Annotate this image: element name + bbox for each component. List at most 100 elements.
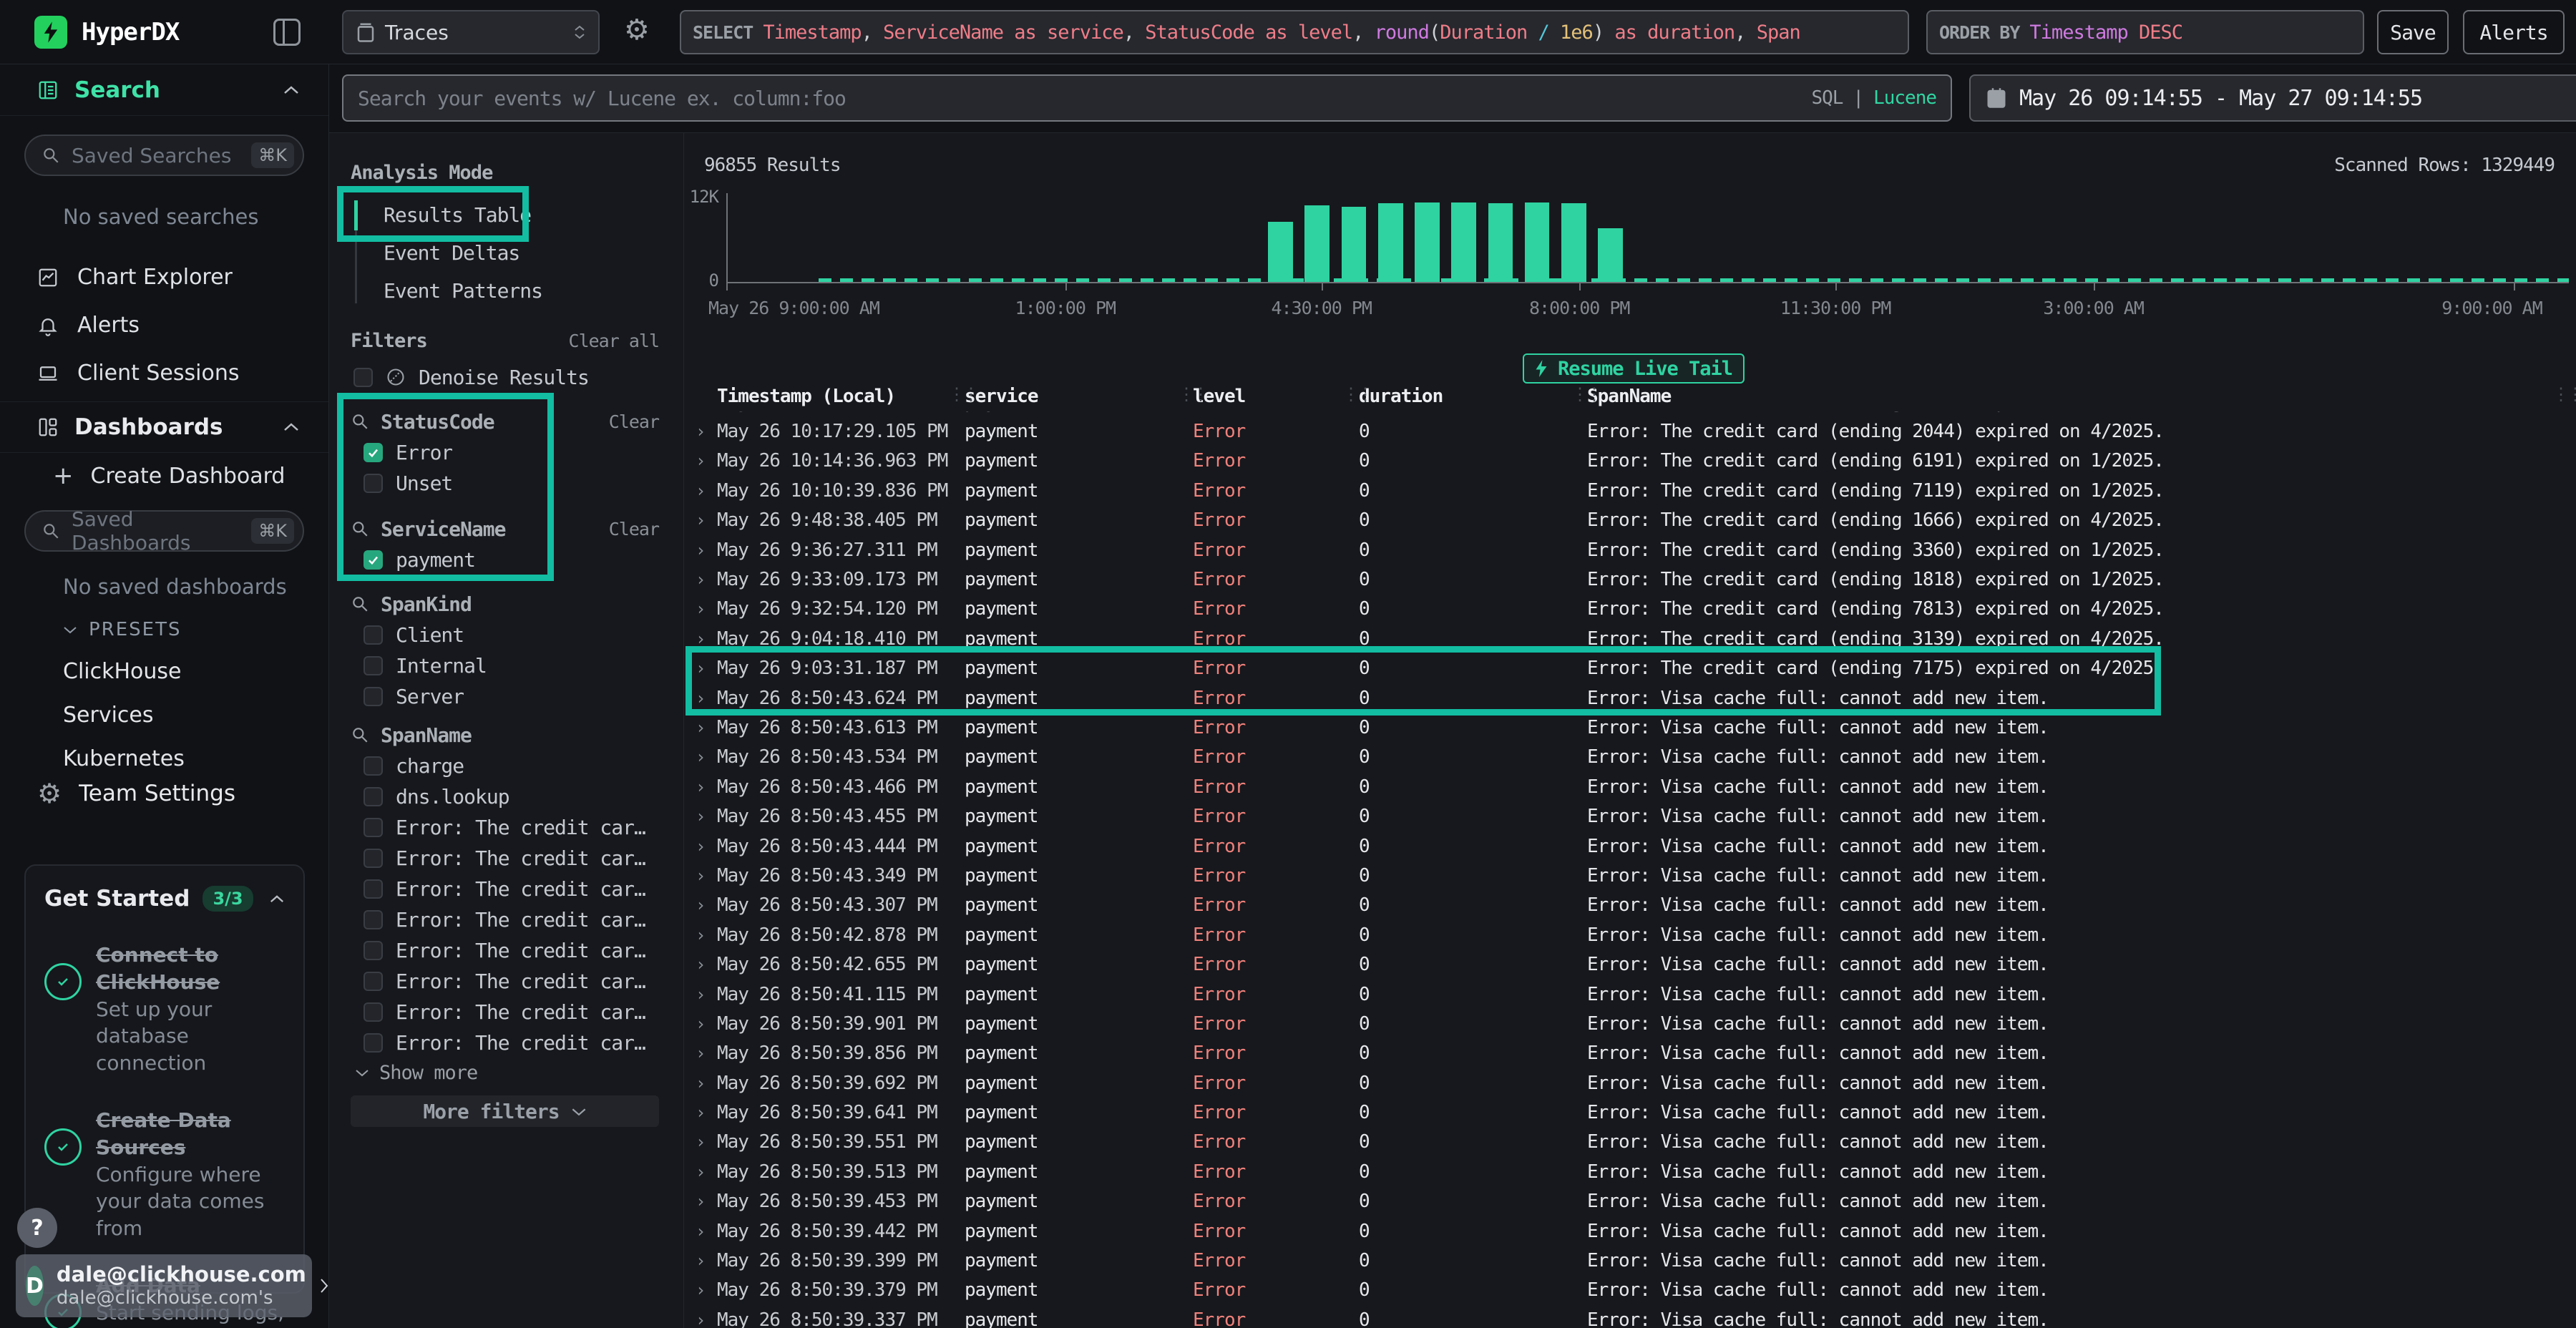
row-expand-icon[interactable]: › [696,777,705,797]
search-input[interactable]: Search your events w/ Lucene ex. column:… [342,74,1952,122]
checkbox[interactable] [364,474,383,493]
denoise-results-toggle[interactable]: Denoise Results [351,361,659,393]
row-expand-icon[interactable]: › [696,806,705,826]
checkbox-checked[interactable] [364,550,383,570]
filter-option[interactable]: Error: The credit card … [351,812,659,843]
column-header-timestamp-local-[interactable]: Timestamp (Local) [717,386,895,407]
saved-dashboards-input[interactable]: Saved Dashboards ⌘K [24,510,304,552]
row-expand-icon[interactable]: › [696,836,705,856]
get-started-item[interactable]: Create Data SourcesConfigure where your … [44,1107,285,1242]
analysis-mode-event-deltas[interactable]: Event Deltas [351,235,659,271]
chevron-up-icon[interactable] [283,422,300,432]
sidebar-section-dashboards[interactable]: Dashboards [0,401,328,453]
histogram-bar[interactable] [1268,222,1293,282]
table-row[interactable]: ›May 26 8:50:39.901 PMpaymentError0Error… [684,1009,2576,1038]
save-button[interactable]: Save [2377,10,2449,54]
row-expand-icon[interactable]: › [696,629,705,649]
row-expand-icon[interactable]: › [696,866,705,886]
table-row[interactable]: ›May 26 10:10:39.836 PMpaymentError0Erro… [684,476,2576,505]
row-expand-icon[interactable]: › [696,1191,705,1211]
column-resize-handle-icon[interactable]: ⋮⋮ [1178,384,1206,404]
checkbox[interactable] [364,756,383,776]
table-row[interactable]: ›May 26 9:32:54.120 PMpaymentError0Error… [684,595,2576,624]
search-icon[interactable] [351,595,369,613]
row-expand-icon[interactable]: › [696,1221,705,1241]
row-expand-icon[interactable]: › [696,954,705,975]
row-expand-icon[interactable]: › [696,1073,705,1093]
table-row[interactable]: ›May 26 9:36:27.311 PMpaymentError0Error… [684,535,2576,565]
source-selector[interactable]: Traces [342,10,600,54]
table-row[interactable]: ›May 26 8:50:39.513 PMpaymentError0Error… [684,1157,2576,1186]
filter-option[interactable]: Error [351,437,659,468]
table-row[interactable]: ›May 26 8:50:39.692 PMpaymentError0Error… [684,1068,2576,1098]
sql-select-input[interactable]: SELECTTimestamp, ServiceName as service,… [680,10,1909,54]
row-expand-icon[interactable]: › [696,925,705,945]
row-expand-icon[interactable]: › [696,421,705,441]
filter-option[interactable]: Error: The credit card … [351,997,659,1027]
row-expand-icon[interactable]: › [696,1280,705,1300]
row-expand-icon[interactable]: › [696,895,705,915]
date-range-picker[interactable]: May 26 09:14:55 - May 27 09:14:55 [1969,74,2576,122]
row-expand-icon[interactable]: › [696,510,705,530]
table-row[interactable]: ›May 26 8:50:39.551 PMpaymentError0Error… [684,1128,2576,1157]
row-expand-icon[interactable]: › [696,1014,705,1034]
table-row[interactable]: ›May 26 8:50:43.466 PMpaymentError0Error… [684,772,2576,801]
row-expand-icon[interactable]: › [696,481,705,501]
table-row[interactable]: ›May 26 8:50:39.379 PMpaymentError0Error… [684,1276,2576,1305]
search-icon[interactable] [351,412,369,431]
checkbox[interactable] [364,972,383,991]
filter-option[interactable]: Error: The credit card … [351,874,659,904]
table-row[interactable]: ›May 26 8:50:39.337 PMpaymentError0Error… [684,1305,2576,1328]
row-expand-icon[interactable]: › [696,985,705,1005]
checkbox[interactable] [364,787,383,806]
preset-item-kubernetes[interactable]: Kubernetes [0,746,328,771]
search-icon[interactable] [351,726,369,744]
row-expand-icon[interactable]: › [696,1310,705,1328]
filter-option[interactable]: Error: The credit card … [351,904,659,935]
table-row[interactable]: ›May 26 8:50:43.307 PMpaymentError0Error… [684,891,2576,920]
preset-item-clickhouse[interactable]: ClickHouse [0,659,328,684]
table-row[interactable]: ›May 26 8:50:43.455 PMpaymentError0Error… [684,801,2576,831]
sidebar-item-team-settings[interactable]: ⚙ Team Settings [0,780,235,807]
histogram-bar[interactable] [1451,202,1476,282]
sidebar-item-alerts[interactable]: Alerts [0,301,328,349]
filter-group-clear-button[interactable]: Clear [609,411,659,432]
table-row[interactable]: ›May 26 8:50:39.453 PMpaymentError0Error… [684,1187,2576,1216]
histogram-bar[interactable] [1525,202,1550,282]
filter-option[interactable]: dns.lookup [351,781,659,812]
resume-live-tail-button[interactable]: Resume Live Tail [1523,353,1745,384]
row-expand-icon[interactable]: › [696,1043,705,1063]
presets-toggle[interactable]: PRESETS [0,619,328,640]
sql-mode-toggle[interactable]: SQL [1811,87,1843,109]
column-resize-handle-icon[interactable]: ⋮⋮ [1342,384,1371,404]
checkbox[interactable] [364,941,383,960]
filter-option[interactable]: Unset [351,468,659,499]
get-started-item[interactable]: Connect to ClickHouseSet up your databas… [44,942,285,1077]
filter-option[interactable]: charge [351,751,659,781]
filter-option[interactable]: Internal [351,650,659,681]
column-resize-handle-icon[interactable]: ⋮⋮ [948,384,977,404]
filter-option[interactable]: Error: The credit card … [351,843,659,874]
histogram-bar[interactable] [1378,203,1403,282]
column-header-duration[interactable]: duration [1359,386,1443,407]
table-row[interactable]: ›May 26 8:50:39.442 PMpaymentError0Error… [684,1216,2576,1246]
checkbox[interactable] [364,687,383,706]
table-row[interactable]: ›May 26 8:50:39.856 PMpaymentError0Error… [684,1039,2576,1068]
table-row[interactable]: ›May 26 8:50:43.349 PMpaymentError0Error… [684,861,2576,890]
user-account-chip[interactable]: D dale@clickhouse.com dale@clickhouse.co… [16,1254,312,1317]
table-row[interactable]: ›May 26 8:50:39.399 PMpaymentError0Error… [684,1246,2576,1275]
filter-option[interactable]: Error: The credit card … [351,1027,659,1058]
table-row[interactable]: ›May 26 9:03:31.187 PMpaymentError0Error… [684,654,2576,683]
filter-option[interactable]: payment [351,545,659,575]
more-filters-button[interactable]: More filters [351,1095,659,1127]
checkbox[interactable] [364,1033,383,1053]
clear-all-filters-button[interactable]: Clear all [569,331,659,351]
row-expand-icon[interactable]: › [696,570,705,590]
row-expand-icon[interactable]: › [696,1103,705,1123]
table-row[interactable]: ›May 26 8:50:39.641 PMpaymentError0Error… [684,1098,2576,1127]
table-row[interactable]: ›May 26 8:50:42.878 PMpaymentError0Error… [684,920,2576,949]
checkbox[interactable] [364,910,383,929]
checkbox[interactable] [364,849,383,868]
row-expand-icon[interactable]: › [696,1132,705,1152]
saved-searches-input[interactable]: Saved Searches ⌘K [24,135,304,176]
